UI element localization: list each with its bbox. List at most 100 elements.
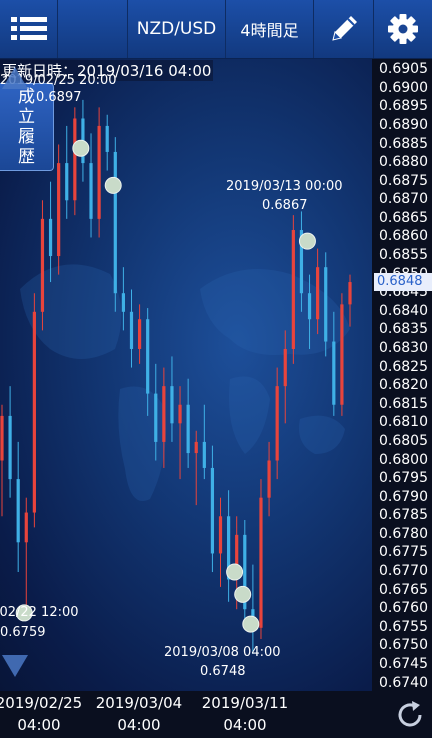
price-tick: 0.6800 (379, 451, 428, 468)
candle-up[interactable] (259, 497, 263, 628)
date-label: 2019/03/04 04:00 (94, 692, 184, 736)
history-tab-char: 履 (18, 127, 35, 147)
price-chart[interactable]: 更新日時：2019/03/16 04:00 成 立 履 歴 2019/02/25… (0, 59, 432, 691)
price-tick: 0.6785 (379, 507, 428, 524)
world-map-background (20, 264, 350, 501)
trade-marker[interactable] (298, 232, 316, 250)
candle-up[interactable] (24, 512, 28, 543)
annotation-low-date: 2019/02/22 12:00 (0, 605, 79, 620)
candle-down[interactable] (8, 415, 12, 480)
currency-pair-selector[interactable]: NZD/USD (128, 0, 226, 58)
date-label: 2019/03/11 04:00 (200, 692, 290, 736)
candle-down[interactable] (154, 393, 158, 442)
candle-down[interactable] (186, 404, 190, 454)
price-axis[interactable]: 0.6905 0.6900 0.6895 0.6890 0.6885 0.6880 0.68… (372, 59, 432, 691)
candle-up[interactable] (178, 404, 182, 424)
candle-down[interactable] (129, 311, 134, 349)
price-tick: 0.6880 (379, 154, 428, 171)
price-tick: 0.6790 (379, 488, 428, 505)
candle-up[interactable] (348, 282, 352, 305)
annotation-low-price: 0.6759 (0, 625, 46, 640)
candle-up[interactable] (32, 311, 36, 513)
date-axis: 2019/02/25 04:00 2019/03/04 04:00 2019/0… (0, 691, 432, 738)
price-tick: 0.6840 (379, 302, 428, 319)
trade-marker[interactable] (242, 615, 260, 633)
candle-up[interactable] (316, 267, 320, 320)
price-tick: 0.6740 (379, 674, 428, 691)
candle-down[interactable] (307, 293, 312, 320)
price-tick: 0.6900 (379, 79, 428, 96)
annotation-peak-date: 2019/03/13 00:00 (226, 179, 343, 194)
candle-down[interactable] (105, 125, 109, 152)
date-label-date: 2019/03/04 (95, 694, 183, 712)
date-label-time: 04:00 (223, 716, 267, 734)
date-label: 2019/02/25 04:00 (0, 692, 84, 736)
candlestick-plot[interactable] (0, 59, 372, 691)
annotation-bottom-date: 2019/03/08 04:00 (164, 645, 281, 660)
candle-up[interactable] (97, 125, 101, 219)
price-tick: 0.6805 (379, 432, 428, 449)
candle-up[interactable] (218, 516, 223, 554)
candle-up[interactable] (162, 386, 166, 442)
candle-down[interactable] (113, 151, 117, 294)
price-tick: 0.6780 (379, 525, 428, 542)
price-tick: 0.6860 (379, 228, 428, 245)
candle-down[interactable] (332, 341, 336, 405)
candle-down[interactable] (48, 218, 53, 257)
candle-down[interactable] (146, 319, 150, 394)
price-tick: 0.6795 (379, 470, 428, 487)
candle-up[interactable] (137, 319, 142, 349)
candle-down[interactable] (324, 267, 328, 342)
price-tick: 0.6820 (379, 377, 428, 394)
draw-button[interactable] (314, 0, 374, 58)
price-tick: 0.6825 (379, 358, 428, 375)
trade-marker[interactable] (234, 585, 252, 603)
trade-marker[interactable] (72, 139, 90, 157)
candle-down[interactable] (89, 163, 93, 219)
price-tick: 0.6855 (379, 247, 428, 264)
price-tick: 0.6865 (379, 209, 428, 226)
price-tick: 0.6745 (379, 655, 428, 672)
candle-up[interactable] (291, 230, 295, 349)
scroll-down-icon[interactable] (0, 651, 30, 681)
price-tick: 0.6895 (379, 98, 428, 115)
candle-up[interactable] (0, 415, 4, 461)
candle-down[interactable] (202, 441, 206, 468)
pencil-icon (331, 16, 357, 41)
price-tick: 0.6870 (379, 191, 428, 208)
candle-up[interactable] (40, 218, 45, 312)
price-tick: 0.6770 (379, 563, 428, 580)
gear-icon (388, 14, 418, 44)
candle-up[interactable] (57, 163, 61, 257)
trade-marker[interactable] (226, 563, 244, 581)
date-label-time: 04:00 (17, 716, 61, 734)
candle-up[interactable] (275, 386, 279, 461)
annotation-high-price: 0.6897 (36, 90, 82, 105)
settings-button[interactable] (374, 0, 432, 58)
candle-up[interactable] (283, 348, 287, 387)
candle-up[interactable] (340, 304, 344, 405)
candle-down[interactable] (65, 163, 69, 201)
candle-down[interactable] (16, 479, 20, 543)
candle-up[interactable] (194, 441, 198, 454)
annotation-peak-price: 0.6867 (262, 198, 308, 213)
refresh-icon[interactable] (394, 699, 426, 731)
candle-down[interactable] (170, 386, 174, 424)
current-price-marker: 0.6848 (374, 273, 432, 292)
scroll-up-icon[interactable] (0, 63, 30, 93)
menu-button[interactable] (0, 0, 58, 58)
candle-down[interactable] (121, 293, 125, 312)
history-tab-char: 立 (18, 107, 35, 127)
price-tick: 0.6750 (379, 637, 428, 654)
candle-down[interactable] (210, 467, 215, 554)
price-tick: 0.6755 (379, 618, 428, 635)
candle-up[interactable] (73, 118, 77, 201)
price-tick: 0.6810 (379, 414, 428, 431)
date-label-date: 2019/02/25 (0, 694, 83, 712)
candle-up[interactable] (267, 460, 271, 498)
timeframe-selector[interactable]: 4時間足 (226, 0, 314, 58)
price-tick: 0.6905 (379, 61, 428, 78)
top-toolbar: NZD/USD 4時間足 (0, 0, 432, 59)
trade-marker[interactable] (104, 176, 122, 194)
price-tick: 0.6775 (379, 544, 428, 561)
